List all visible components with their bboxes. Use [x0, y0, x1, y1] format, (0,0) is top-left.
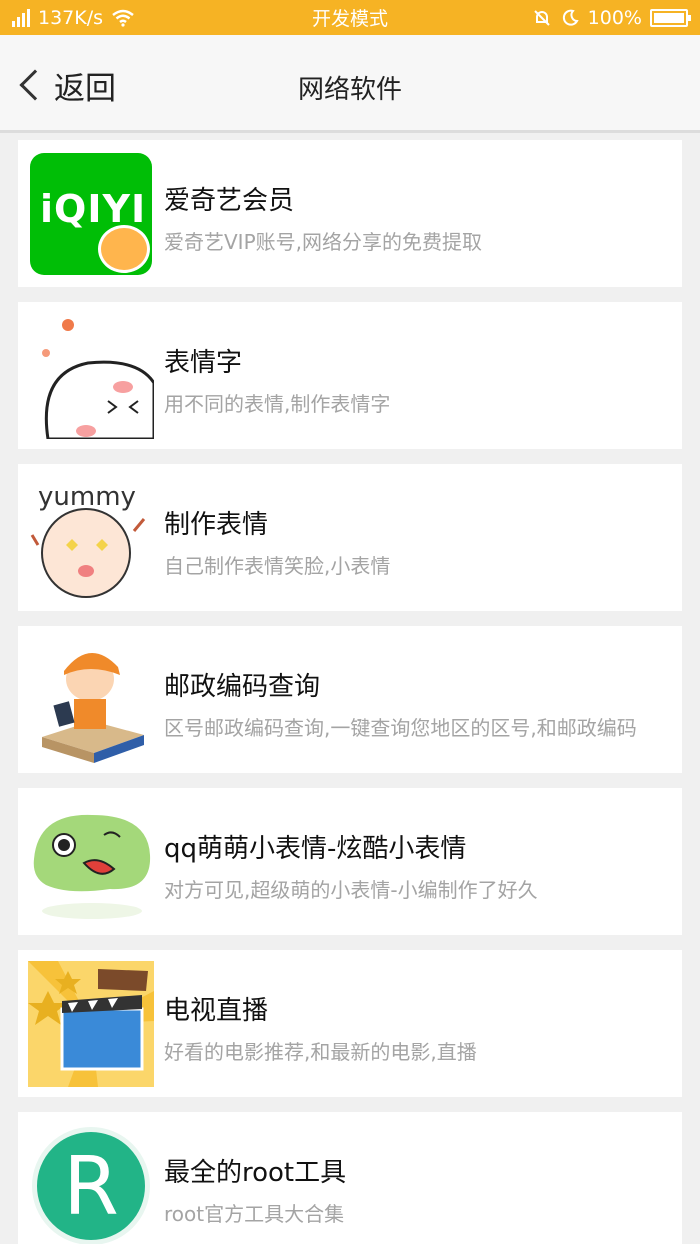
network-speed: 137K/s: [38, 6, 104, 29]
cute-face-icon: [28, 313, 154, 439]
list-item[interactable]: R 最全的root工具 root官方工具大合集: [18, 1112, 682, 1244]
iqiyi-icon: iQIYI: [28, 151, 154, 277]
status-bar: 137K/s 开发模式 100%: [0, 0, 700, 35]
yummy-text: yummy: [38, 482, 136, 512]
list-item[interactable]: iQIYI 爱奇艺会员 爱奇艺VIP账号,网络分享的免费提取: [18, 140, 682, 287]
list-item[interactable]: 表情字 用不同的表情,制作表情字: [18, 302, 682, 449]
green-blob-icon: [28, 799, 154, 925]
signal-icon: [12, 8, 30, 27]
root-icon: R: [28, 1123, 154, 1244]
status-left: 137K/s: [12, 7, 135, 29]
item-desc: 爱奇艺VIP账号,网络分享的免费提取: [164, 230, 482, 254]
battery-percent: 100%: [587, 6, 642, 29]
list-item[interactable]: qq萌萌小表情-炫酷小表情 对方可见,超级萌的小表情-小编制作了好久: [18, 788, 682, 935]
delivery-man-icon: [28, 637, 154, 763]
item-desc: 好看的电影推荐,和最新的电影,直播: [164, 1040, 477, 1064]
item-desc: root官方工具大合集: [164, 1202, 345, 1226]
moon-icon: [562, 9, 579, 26]
item-desc: 自己制作表情笑脸,小表情: [164, 554, 391, 578]
battery-icon: [650, 8, 691, 27]
item-title: 表情字: [164, 348, 243, 378]
item-title: 电视直播: [164, 996, 269, 1026]
list-item[interactable]: yummy 制作表情 自己制作表情笑脸,小表情: [18, 464, 682, 611]
yummy-face-icon: yummy: [28, 475, 154, 601]
item-title: 爱奇艺会员: [164, 186, 295, 216]
wifi-icon: [112, 9, 134, 27]
item-title: qq萌萌小表情-炫酷小表情: [164, 834, 467, 864]
item-desc: 用不同的表情,制作表情字: [164, 392, 391, 416]
item-title: 最全的root工具: [164, 1158, 347, 1188]
item-desc: 对方可见,超级萌的小表情-小编制作了好久: [164, 878, 538, 902]
list-item[interactable]: 电视直播 好看的电影推荐,和最新的电影,直播: [18, 950, 682, 1097]
film-clapper-icon: [28, 961, 154, 1087]
header: 返回 网络软件: [0, 35, 700, 133]
item-desc: 区号邮政编码查询,一键查询您地区的区号,和邮政编码: [164, 716, 637, 740]
page-title: 网络软件: [297, 75, 402, 105]
iqiyi-logo-text: iQIYI: [40, 187, 147, 231]
mute-bell-icon: [533, 9, 550, 26]
status-right: 100%: [532, 6, 691, 29]
root-logo-letter: R: [32, 1127, 150, 1244]
item-title: 邮政编码查询: [164, 672, 321, 702]
item-title: 制作表情: [164, 510, 269, 540]
list-item[interactable]: 邮政编码查询 区号邮政编码查询,一键查询您地区的区号,和邮政编码: [18, 626, 682, 773]
